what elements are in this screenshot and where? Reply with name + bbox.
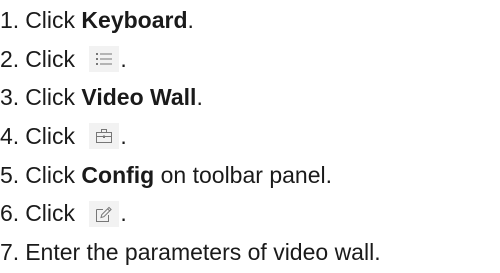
step-number: 3. <box>0 84 20 111</box>
step-1: 1. Click Keyboard . <box>0 1 381 40</box>
config-label: Config <box>81 161 155 188</box>
step-text: Click <box>25 200 82 227</box>
step-6: 6. Click . <box>0 194 381 233</box>
step-5: 5. Click Config on toolbar panel. <box>0 156 381 195</box>
step-text-end: . <box>196 84 203 111</box>
step-text-end: . <box>120 200 127 227</box>
step-text-end: . <box>120 123 127 150</box>
step-text: Click <box>25 161 82 188</box>
video-wall-label: Video Wall <box>81 84 197 111</box>
step-3: 3. Click Video Wall . <box>0 78 381 117</box>
step-text-end: on toolbar panel. <box>154 161 332 188</box>
briefcase-icon <box>89 123 120 150</box>
step-text: Click <box>25 45 82 72</box>
edit-icon <box>89 200 120 227</box>
step-number: 4. <box>0 123 20 150</box>
step-text: Enter the parameters of video wall. <box>25 239 381 266</box>
step-number: 5. <box>0 161 20 188</box>
step-text-end: . <box>120 45 127 72</box>
step-7: 7. Enter the parameters of video wall. <box>0 233 381 272</box>
step-text: Click <box>25 7 82 33</box>
step-number: 2. <box>0 45 20 72</box>
step-2: 2. Click . <box>0 40 381 79</box>
instruction-steps: 1. Click Keyboard . 2. Click . 3. Click … <box>0 0 381 272</box>
list-menu-icon <box>89 46 120 73</box>
step-text: Click <box>25 84 82 111</box>
step-text: Click <box>25 123 82 150</box>
step-number: 6. <box>0 200 20 227</box>
step-number: 7. <box>0 239 20 266</box>
step-4: 4. Click . <box>0 117 381 156</box>
keyboard-label: Keyboard <box>81 7 188 33</box>
step-number: 1. <box>0 7 20 33</box>
step-text-end: . <box>187 7 194 33</box>
